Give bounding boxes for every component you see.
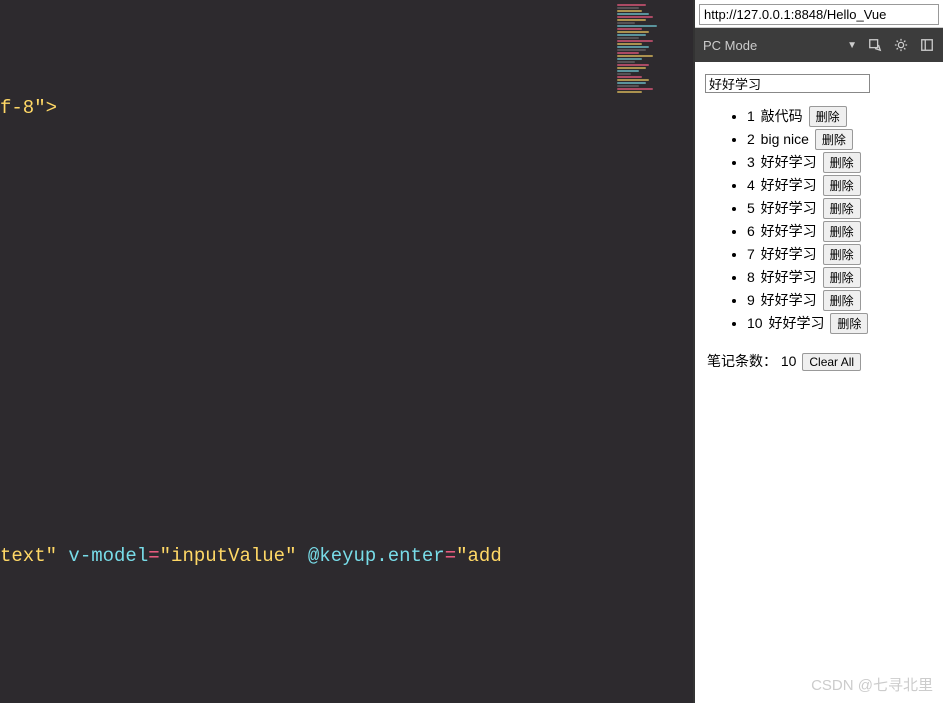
item-index: 8 — [747, 269, 755, 285]
list-item: 3 好好学习 删除 — [747, 151, 933, 174]
list-item: 9 好好学习 删除 — [747, 289, 933, 312]
delete-button[interactable]: 删除 — [823, 198, 861, 219]
gear-icon[interactable] — [893, 37, 909, 53]
chevron-down-icon[interactable]: ▼ — [847, 40, 857, 51]
item-text: big nice — [757, 131, 813, 147]
delete-button[interactable]: 删除 — [823, 175, 861, 196]
delete-button[interactable]: 删除 — [815, 129, 853, 150]
minimap[interactable] — [613, 0, 693, 180]
item-index: 9 — [747, 292, 755, 308]
delete-button[interactable]: 删除 — [809, 106, 847, 127]
item-text: 好好学习 — [757, 269, 821, 285]
item-text: 好好学习 — [757, 246, 821, 262]
code-attr: v-model — [68, 545, 148, 567]
todo-list: 1 敲代码 删除2 big nice 删除3 好好学习 删除4 好好学习 删除5… — [705, 105, 933, 335]
delete-button[interactable]: 删除 — [823, 267, 861, 288]
item-index: 2 — [747, 131, 755, 147]
code-str: "inputValue" — [160, 545, 297, 567]
todo-input[interactable] — [705, 74, 870, 93]
item-text: 好好学习 — [757, 154, 821, 170]
count-label: 笔记条数： — [707, 353, 777, 369]
delete-button[interactable]: 删除 — [823, 290, 861, 311]
item-index: 1 — [747, 108, 755, 124]
delete-button[interactable]: 删除 — [823, 152, 861, 173]
count-row: 笔记条数： 10 Clear All — [705, 351, 933, 371]
list-item: 4 好好学习 删除 — [747, 174, 933, 197]
delete-button[interactable]: 删除 — [830, 313, 868, 334]
url-bar — [695, 0, 943, 28]
select-icon[interactable] — [867, 37, 883, 53]
watermark: CSDN @七寻北里 — [811, 674, 933, 695]
item-text: 好好学习 — [757, 177, 821, 193]
code-str: "add — [456, 545, 502, 567]
clear-all-button[interactable]: Clear All — [802, 353, 861, 371]
url-input[interactable] — [699, 4, 939, 25]
list-item: 6 好好学习 删除 — [747, 220, 933, 243]
code-editor[interactable]: f-8"> text" v-model="inputValue" @keyup.… — [0, 0, 693, 703]
count-value: 10 — [781, 353, 797, 369]
list-item: 5 好好学习 删除 — [747, 197, 933, 220]
item-index: 7 — [747, 246, 755, 262]
code-content[interactable]: f-8"> text" v-model="inputValue" @keyup.… — [0, 0, 693, 703]
code-text: text" — [0, 545, 57, 567]
item-index: 10 — [747, 315, 763, 331]
list-item: 7 好好学习 删除 — [747, 243, 933, 266]
item-text: 好好学习 — [765, 315, 829, 331]
item-text: 好好学习 — [757, 200, 821, 216]
item-index: 3 — [747, 154, 755, 170]
code-text: f-8"> — [0, 97, 57, 119]
delete-button[interactable]: 删除 — [823, 221, 861, 242]
code-attr: @keyup.enter — [308, 545, 445, 567]
expand-icon[interactable] — [919, 37, 935, 53]
item-index: 6 — [747, 223, 755, 239]
list-item: 2 big nice 删除 — [747, 128, 933, 151]
item-text: 好好学习 — [757, 292, 821, 308]
item-text: 好好学习 — [757, 223, 821, 239]
mode-select[interactable]: PC Mode — [703, 34, 837, 57]
delete-button[interactable]: 删除 — [823, 244, 861, 265]
list-item: 8 好好学习 删除 — [747, 266, 933, 289]
preview-panel: PC Mode ▼ 1 敲代码 删除2 big nice 删除3 好好学习 删除… — [693, 0, 943, 703]
list-item: 10 好好学习 删除 — [747, 312, 933, 335]
preview-content: 1 敲代码 删除2 big nice 删除3 好好学习 删除4 好好学习 删除5… — [695, 62, 943, 703]
item-index: 5 — [747, 200, 755, 216]
preview-toolbar: PC Mode ▼ — [695, 28, 943, 62]
list-item: 1 敲代码 删除 — [747, 105, 933, 128]
item-index: 4 — [747, 177, 755, 193]
item-text: 敲代码 — [757, 108, 807, 124]
